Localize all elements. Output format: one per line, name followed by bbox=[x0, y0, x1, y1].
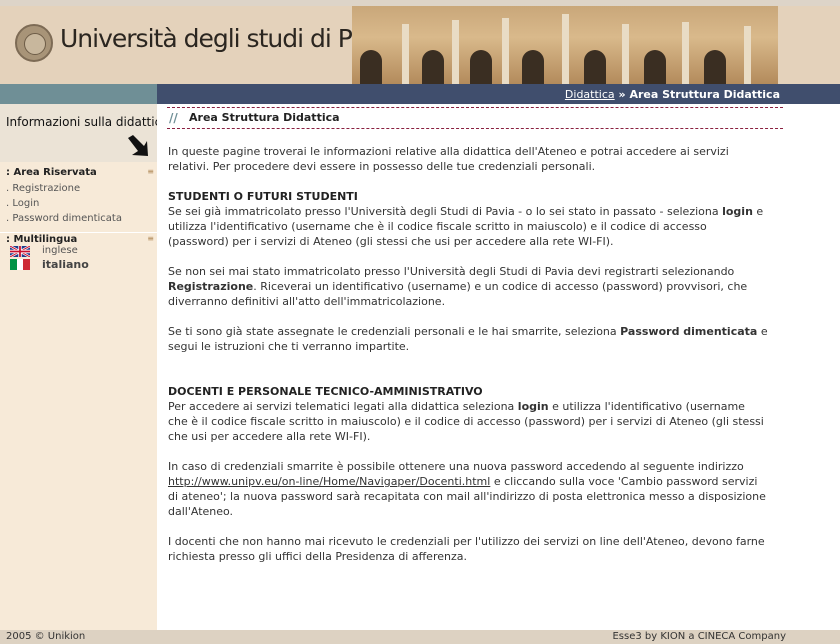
nav-bar: Didattica » Area Struttura Didattica bbox=[157, 84, 840, 104]
text-segment: Se ti sono già state assegnate le creden… bbox=[168, 325, 621, 338]
logo-area: Università degli studi di Pavia bbox=[0, 6, 400, 84]
text-segment: Per accedere ai servizi telematici legat… bbox=[168, 400, 518, 413]
staff-paragraph-1: Per accedere ai servizi telematici legat… bbox=[168, 399, 768, 444]
language-label-italiano: italiano bbox=[42, 258, 89, 271]
breadcrumb-separator: » bbox=[618, 88, 626, 101]
info-title: Informazioni sulla didattica bbox=[6, 115, 169, 129]
breadcrumb-current: Area Struttura Didattica bbox=[629, 88, 780, 101]
photo-arch bbox=[584, 50, 606, 84]
docenti-link[interactable]: http://www.unipv.eu/on-line/Home/Navigap… bbox=[168, 475, 490, 488]
header-right-fill bbox=[778, 6, 840, 84]
students-paragraph-3: Se ti sono già state assegnate le creden… bbox=[168, 324, 768, 354]
sidebar-item-registrazione[interactable]: . Registrazione bbox=[0, 181, 157, 196]
sidebar-top-bar bbox=[0, 84, 157, 104]
photo-column bbox=[622, 24, 629, 84]
uk-flag-icon bbox=[10, 246, 30, 257]
arrow-down-right-icon[interactable] bbox=[126, 135, 150, 157]
page-title: Area Struttura Didattica bbox=[189, 111, 340, 124]
photo-column bbox=[502, 18, 509, 84]
photo-column bbox=[744, 26, 751, 84]
header-photo bbox=[352, 6, 778, 84]
sidebar: Informazioni sulla didattica : Area Rise… bbox=[0, 104, 169, 630]
text-segment: Se sei già immatricolato presso l'Univer… bbox=[168, 205, 723, 218]
registrazione-keyword: Registrazione bbox=[168, 280, 254, 293]
intro-paragraph: In queste pagine troverai le informazion… bbox=[168, 145, 729, 173]
section-title-box: // Area Struttura Didattica bbox=[167, 107, 783, 129]
photo-arch bbox=[644, 50, 666, 84]
photo-column bbox=[402, 24, 409, 84]
photo-arch bbox=[470, 50, 492, 84]
footer-copyright: 2005 © Unikion bbox=[6, 631, 86, 642]
multilingua-title: : Multilingua bbox=[6, 234, 78, 245]
language-label-inglese: inglese bbox=[42, 245, 78, 256]
footer: 2005 © Unikion Esse3 by KION a CINECA Co… bbox=[0, 630, 840, 644]
photo-column bbox=[452, 20, 459, 84]
main-text: In queste pagine troverai le informazion… bbox=[168, 144, 768, 564]
italy-flag-icon bbox=[10, 259, 30, 270]
footer-credits: Esse3 by KION a CINECA Company bbox=[612, 631, 786, 642]
sidebar-item-password-dimenticata[interactable]: . Password dimenticata bbox=[0, 211, 157, 226]
info-box: Informazioni sulla didattica bbox=[0, 104, 169, 162]
text-segment: . Riceverai un identificativo (username)… bbox=[168, 280, 748, 308]
area-riservata-section: : Area Riservata ≡ . Registrazione . Log… bbox=[0, 167, 157, 226]
language-italiano[interactable]: italiano bbox=[0, 258, 157, 271]
site-header: Università degli studi di Pavia bbox=[0, 6, 840, 84]
sidebar-divider bbox=[0, 232, 157, 233]
photo-column bbox=[562, 14, 569, 84]
photo-arch bbox=[422, 50, 444, 84]
language-inglese[interactable]: inglese bbox=[0, 245, 157, 258]
photo-arch bbox=[522, 50, 544, 84]
multilingua-section: : Multilingua ≡ inglese italiano bbox=[0, 234, 157, 271]
password-dimenticata-keyword: Password dimenticata bbox=[620, 325, 758, 338]
university-seal-icon bbox=[15, 24, 53, 62]
breadcrumb-link-didattica[interactable]: Didattica bbox=[565, 88, 615, 101]
sidebar-item-login[interactable]: . Login bbox=[0, 196, 157, 211]
staff-paragraph-3: I docenti che non hanno mai ricevuto le … bbox=[168, 535, 765, 563]
students-heading: STUDENTI O FUTURI STUDENTI bbox=[168, 190, 358, 203]
login-keyword: login bbox=[517, 400, 549, 413]
photo-arch bbox=[360, 50, 382, 84]
photo-arch bbox=[704, 50, 726, 84]
main-content: // Area Struttura Didattica In queste pa… bbox=[157, 104, 840, 630]
staff-heading: DOCENTI E PERSONALE TECNICO-AMMINISTRATI… bbox=[168, 385, 483, 398]
staff-paragraph-2: In caso di credenziali smarrite è possib… bbox=[168, 459, 768, 519]
title-prefix: // bbox=[169, 111, 178, 125]
collapse-icon[interactable]: ≡ bbox=[147, 234, 154, 243]
login-keyword: login bbox=[722, 205, 753, 218]
breadcrumb: Didattica » Area Struttura Didattica bbox=[565, 88, 780, 101]
text-segment: Se non sei mai stato immatricolato press… bbox=[168, 265, 735, 278]
collapse-icon[interactable]: ≡ bbox=[147, 167, 154, 176]
students-paragraph-2: Se non sei mai stato immatricolato press… bbox=[168, 264, 768, 309]
photo-column bbox=[682, 22, 689, 84]
text-segment: In caso di credenziali smarrite è possib… bbox=[168, 460, 744, 473]
university-name: Università degli studi di Pavia bbox=[60, 24, 400, 53]
students-paragraph-1: Se sei già immatricolato presso l'Univer… bbox=[168, 204, 768, 249]
area-riservata-title: : Area Riservata bbox=[6, 167, 97, 178]
